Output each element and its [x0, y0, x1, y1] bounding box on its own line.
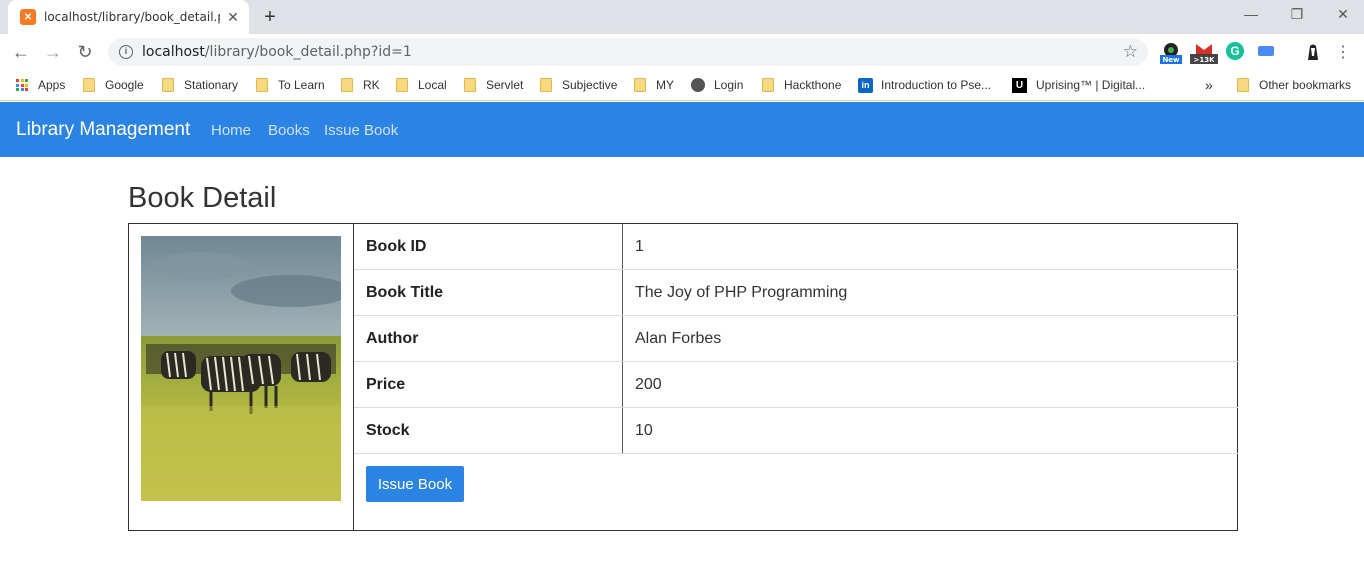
folder-icon	[396, 78, 408, 92]
bookmark-subjective[interactable]: Subjective	[540, 76, 617, 94]
url-host: localhost	[142, 44, 205, 60]
folder-icon	[162, 78, 174, 92]
row-value: Alan Forbes	[635, 330, 722, 347]
reload-icon[interactable]: ↻	[73, 40, 97, 64]
bookmark-label: Other bookmarks	[1259, 78, 1352, 92]
nav-home-link[interactable]: Home	[211, 122, 251, 139]
bookmark-apps[interactable]: Apps	[16, 76, 65, 94]
gmail-counter-icon[interactable]: >13K	[1190, 42, 1218, 64]
url-path: /library/book_detail.php?id=1	[204, 44, 412, 60]
grammarly-icon[interactable]: G	[1226, 42, 1244, 60]
gmail-counter-badge: >13K	[1193, 56, 1215, 64]
uprising-icon: U	[1012, 77, 1027, 93]
bookmark-introduction[interactable]: in Introduction to Pse...	[858, 76, 991, 94]
bookmark-google[interactable]: Google	[83, 76, 144, 94]
bookmark-other[interactable]: Other bookmarks	[1237, 76, 1351, 94]
row-value: 1	[635, 238, 644, 255]
forward-arrow-icon[interactable]: →	[41, 40, 65, 64]
bookmark-label: To Learn	[278, 78, 325, 92]
bookmark-label: RK	[363, 78, 380, 92]
url-text[interactable]: localhost/library/book_detail.php?id=1	[142, 44, 412, 60]
close-window-icon[interactable]: ✕	[1320, 4, 1364, 24]
folder-icon	[464, 78, 476, 92]
row-label: Price	[354, 362, 623, 407]
book-cover-image	[141, 236, 341, 501]
site-brand[interactable]: Library Management	[16, 119, 190, 141]
bookmark-local[interactable]: Local	[396, 76, 447, 94]
profile-avatar-icon[interactable]	[1304, 42, 1324, 62]
row-value: 10	[635, 422, 653, 439]
site-info-icon[interactable]: i	[119, 45, 133, 59]
row-label: Book Title	[354, 270, 623, 315]
bookmark-servlet[interactable]: Servlet	[464, 76, 523, 94]
bookmark-star-icon[interactable]: ☆	[1123, 42, 1138, 62]
tab-strip: ✕ localhost/library/book_detail.php?id=1…	[0, 0, 1364, 34]
row-label: Author	[354, 316, 623, 361]
bookmark-rk[interactable]: RK	[341, 76, 380, 94]
address-bar[interactable]: i localhost/library/book_detail.php?id=1…	[108, 38, 1148, 66]
site-navbar: Library Management Home Books Issue Book	[0, 102, 1364, 157]
row-value: The Joy of PHP Programming	[635, 284, 848, 301]
more-bookmarks-chevron-icon[interactable]: »	[1205, 76, 1213, 94]
folder-icon	[1237, 78, 1249, 92]
apps-grid-icon	[16, 79, 28, 91]
folder-icon	[341, 78, 353, 92]
bookmark-uprising[interactable]: U Uprising™ | Digital...	[1012, 76, 1145, 94]
bookmark-label: MY	[656, 78, 674, 92]
row-label: Book ID	[354, 224, 623, 269]
row-label: Stock	[354, 408, 623, 453]
bookmark-stationary[interactable]: Stationary	[162, 76, 238, 94]
table-row: Price 200	[354, 362, 1238, 408]
minimize-window-icon[interactable]: —	[1228, 4, 1274, 24]
bookmarks-bar: Apps Google Stationary To Learn RK Local…	[0, 70, 1364, 101]
bookmark-label: Apps	[38, 78, 66, 92]
nav-books-link[interactable]: Books	[268, 122, 310, 139]
bookmark-label: Local	[418, 78, 447, 92]
row-value: 200	[635, 376, 662, 393]
bookmark-label: Subjective	[562, 78, 618, 92]
bookmark-label: Google	[105, 78, 144, 92]
folder-icon	[256, 78, 268, 92]
bookmark-hackthone[interactable]: Hackthone	[762, 76, 841, 94]
extension-new-icon[interactable]: New	[1160, 42, 1182, 64]
table-row: Book ID 1	[354, 224, 1238, 270]
new-tab-button[interactable]: +	[259, 6, 281, 28]
issue-book-button[interactable]: Issue Book	[366, 466, 464, 502]
bookmark-login[interactable]: Login	[691, 76, 743, 94]
folder-icon	[634, 78, 646, 92]
bookmark-label: Uprising™ | Digital...	[1036, 78, 1146, 92]
folder-icon	[540, 78, 552, 92]
bookmark-label: Servlet	[486, 78, 524, 92]
browser-menu-icon[interactable]: ⋮	[1335, 42, 1351, 62]
bookmark-label: Stationary	[184, 78, 239, 92]
keyboard-extension-icon[interactable]	[1258, 46, 1274, 56]
folder-icon	[83, 78, 95, 92]
close-tab-icon[interactable]: ✕	[225, 9, 241, 25]
table-row: Book Title The Joy of PHP Programming	[354, 270, 1238, 316]
linkedin-icon: in	[858, 77, 873, 93]
bookmark-to-learn[interactable]: To Learn	[256, 76, 325, 94]
bookmark-label: Hackthone	[784, 78, 842, 92]
restore-window-icon[interactable]: ❐	[1274, 4, 1320, 24]
book-detail-table: Book ID 1 Book Title The Joy of PHP Prog…	[128, 223, 1238, 531]
browser-toolbar: ← → ↻ i localhost/library/book_detail.ph…	[0, 34, 1364, 70]
browser-tab[interactable]: ✕ localhost/library/book_detail.php?id=1…	[8, 0, 249, 34]
bookmark-label: Login	[714, 78, 744, 92]
page-title: Book Detail	[128, 182, 277, 214]
cover-cell	[129, 224, 354, 530]
table-row: Stock 10	[354, 408, 1238, 454]
extension-new-badge: New	[1162, 56, 1180, 64]
back-arrow-icon[interactable]: ←	[9, 40, 33, 64]
xampp-favicon-icon: ✕	[20, 9, 36, 25]
nav-issue-book-link[interactable]: Issue Book	[324, 122, 398, 139]
bookmark-my[interactable]: MY	[634, 76, 674, 94]
bookmark-label: Introduction to Pse...	[881, 78, 992, 92]
folder-icon	[762, 78, 774, 92]
globe-icon	[691, 78, 705, 92]
tab-title: localhost/library/book_detail.php?id=1	[44, 10, 220, 24]
table-row: Author Alan Forbes	[354, 316, 1238, 362]
